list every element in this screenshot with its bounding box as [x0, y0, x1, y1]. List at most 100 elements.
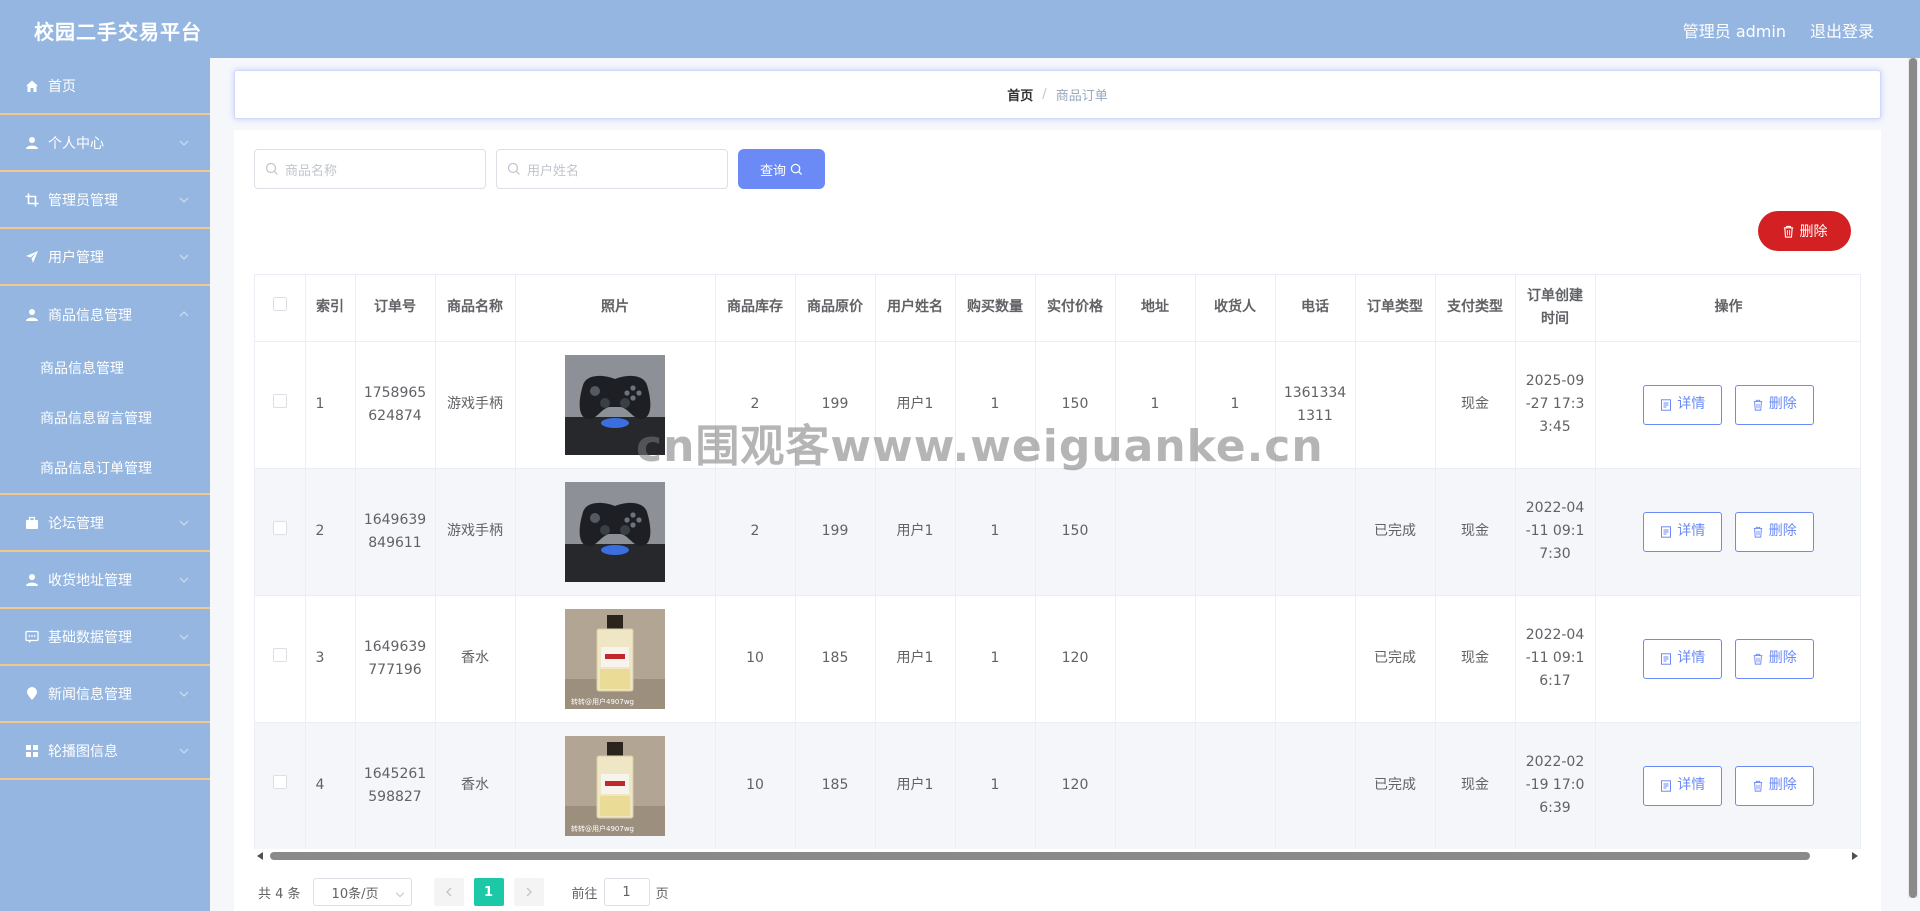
batch-delete-button[interactable]: 删除: [1758, 211, 1851, 251]
orders-table: 索引 订单号 商品名称 照片 商品库存 商品原价 用户姓名 购买数量 实付价格 …: [254, 274, 1861, 854]
sidebar-item-label: 基础数据管理: [48, 629, 132, 646]
admin-user-label[interactable]: 管理员 admin: [1683, 18, 1786, 42]
submenu-item-product-orders[interactable]: 商品信息订单管理: [0, 443, 210, 493]
product-name-search-input[interactable]: 商品名称: [254, 149, 486, 189]
operations-cell: 详情 删除: [1595, 341, 1860, 469]
document-icon: [1661, 779, 1672, 792]
photo-cell: 转转@用户4907wg: [515, 722, 716, 850]
price-cell: 185: [795, 722, 876, 850]
scrollbar-thumb[interactable]: [1909, 58, 1917, 898]
sidebar-item-address-management[interactable]: 收货地址管理: [0, 552, 210, 609]
row-select-cell: [255, 468, 306, 596]
user-name-search-input[interactable]: 用户姓名: [496, 149, 728, 189]
sidebar-item-home[interactable]: 首页: [0, 58, 210, 115]
quantity-cell: 1: [955, 468, 1036, 596]
sidebar-item-personal-center[interactable]: 个人中心: [0, 115, 210, 172]
column-header: 操作: [1595, 275, 1860, 342]
scrollbar-thumb[interactable]: [270, 852, 1810, 860]
table-row: 3 1649639777196 香水 转转@用户4907wg 10 185 用户…: [255, 595, 1860, 723]
query-button[interactable]: 查询: [738, 149, 825, 189]
stock-cell: 10: [715, 595, 796, 723]
horizontal-scrollbar[interactable]: [254, 849, 1861, 863]
scroll-right-arrow-icon[interactable]: [1852, 852, 1858, 860]
detail-button[interactable]: 详情: [1643, 638, 1723, 679]
address-cell: [1115, 468, 1196, 596]
app-title: 校园二手交易平台: [34, 20, 202, 44]
row-delete-button[interactable]: 删除: [1734, 638, 1814, 679]
breadcrumb-current: 商品订单: [1055, 89, 1108, 104]
column-header: 用户姓名: [875, 275, 956, 342]
sidebar-item-basic-data[interactable]: 基础数据管理: [0, 609, 210, 666]
user-name-cell: 用户1: [875, 595, 956, 723]
scroll-left-arrow-icon[interactable]: [257, 852, 263, 860]
search-placeholder: 用户姓名: [527, 163, 580, 179]
page-unit-label: 页: [655, 886, 669, 902]
order-number-cell: 1649639849611: [355, 468, 436, 596]
row-delete-button[interactable]: 删除: [1734, 384, 1814, 425]
pay-type-cell: 现金: [1435, 595, 1516, 723]
select-all-checkbox[interactable]: [272, 297, 287, 312]
stock-cell: 2: [715, 341, 796, 469]
index-cell: 1: [305, 341, 356, 469]
index-cell: 4: [305, 722, 356, 850]
row-select-cell: [255, 341, 306, 469]
page-number-button[interactable]: 1: [473, 878, 504, 906]
vertical-scrollbar[interactable]: [1908, 58, 1918, 898]
order-type-cell: 已完成: [1355, 468, 1436, 596]
page-size-select[interactable]: 10条/页: [312, 878, 412, 906]
sidebar-item-admin-management[interactable]: 管理员管理: [0, 172, 210, 229]
user-icon: [24, 307, 40, 323]
photo-caption: 转转@用户4907wg: [571, 824, 634, 833]
detail-button[interactable]: 详情: [1643, 384, 1723, 425]
column-header: 电话: [1275, 275, 1356, 342]
receiver-cell: [1195, 468, 1276, 596]
user-icon: [24, 572, 40, 588]
sidebar-item-news-management[interactable]: 新闻信息管理: [0, 666, 210, 723]
submenu-item-product-messages[interactable]: 商品信息留言管理: [0, 393, 210, 443]
goto-page-input[interactable]: 1: [603, 878, 650, 906]
created-time-cell: 2022-02-19 17:06:39: [1515, 722, 1596, 850]
detail-button[interactable]: 详情: [1643, 511, 1723, 552]
pay-type-cell: 现金: [1435, 722, 1516, 850]
user-area: 管理员 admin 退出登录: [1683, 18, 1874, 42]
paid-price-cell: 150: [1035, 468, 1116, 596]
operations-cell: 详情 删除: [1595, 595, 1860, 723]
photo-cell: [515, 341, 716, 469]
row-checkbox[interactable]: [272, 521, 287, 535]
submenu-item-product-info[interactable]: 商品信息管理: [0, 343, 210, 393]
row-delete-button[interactable]: 删除: [1734, 511, 1814, 552]
breadcrumb-home[interactable]: 首页: [1007, 85, 1033, 104]
next-page-button[interactable]: [513, 878, 544, 906]
trash-icon: [1753, 399, 1763, 411]
detail-button-label: 详情: [1677, 396, 1706, 412]
column-header: 商品名称: [435, 275, 516, 342]
row-delete-button[interactable]: 删除: [1734, 765, 1814, 806]
prev-page-button[interactable]: [433, 878, 464, 906]
sidebar-item-label: 首页: [48, 78, 76, 95]
sidebar-item-label: 轮播图信息: [48, 743, 118, 760]
operations-cell: 详情 删除: [1595, 722, 1860, 850]
product-photo: 转转@用户4907wg: [565, 735, 665, 836]
sidebar-item-label: 新闻信息管理: [48, 686, 132, 703]
pagination: 共 4 条 10条/页 1 前往 1 页: [258, 878, 669, 906]
column-header: 订单创建时间: [1515, 275, 1596, 342]
sidebar: 首页 个人中心 管理员管理 用户管理 商品信息管理 商品信息管理 商品信息留言管…: [0, 58, 210, 911]
row-checkbox[interactable]: [272, 775, 287, 789]
sidebar-item-product-management[interactable]: 商品信息管理: [0, 286, 210, 343]
receiver-cell: [1195, 722, 1276, 850]
sidebar-item-carousel[interactable]: 轮播图信息: [0, 723, 210, 780]
order-number-cell: 1645261598827: [355, 722, 436, 850]
search-placeholder: 商品名称: [285, 163, 338, 179]
row-select-cell: [255, 722, 306, 850]
trash-icon: [1753, 653, 1763, 665]
sidebar-item-forum-management[interactable]: 论坛管理: [0, 495, 210, 552]
table-row: 4 1645261598827 香水 转转@用户4907wg 10 185 用户…: [255, 722, 1860, 850]
grid-icon: [24, 743, 40, 759]
stock-cell: 10: [715, 722, 796, 850]
sidebar-item-user-management[interactable]: 用户管理: [0, 229, 210, 286]
logout-link[interactable]: 退出登录: [1810, 18, 1874, 42]
detail-button[interactable]: 详情: [1643, 765, 1723, 806]
row-checkbox[interactable]: [272, 394, 287, 408]
row-checkbox[interactable]: [272, 648, 287, 662]
quantity-cell: 1: [955, 722, 1036, 850]
